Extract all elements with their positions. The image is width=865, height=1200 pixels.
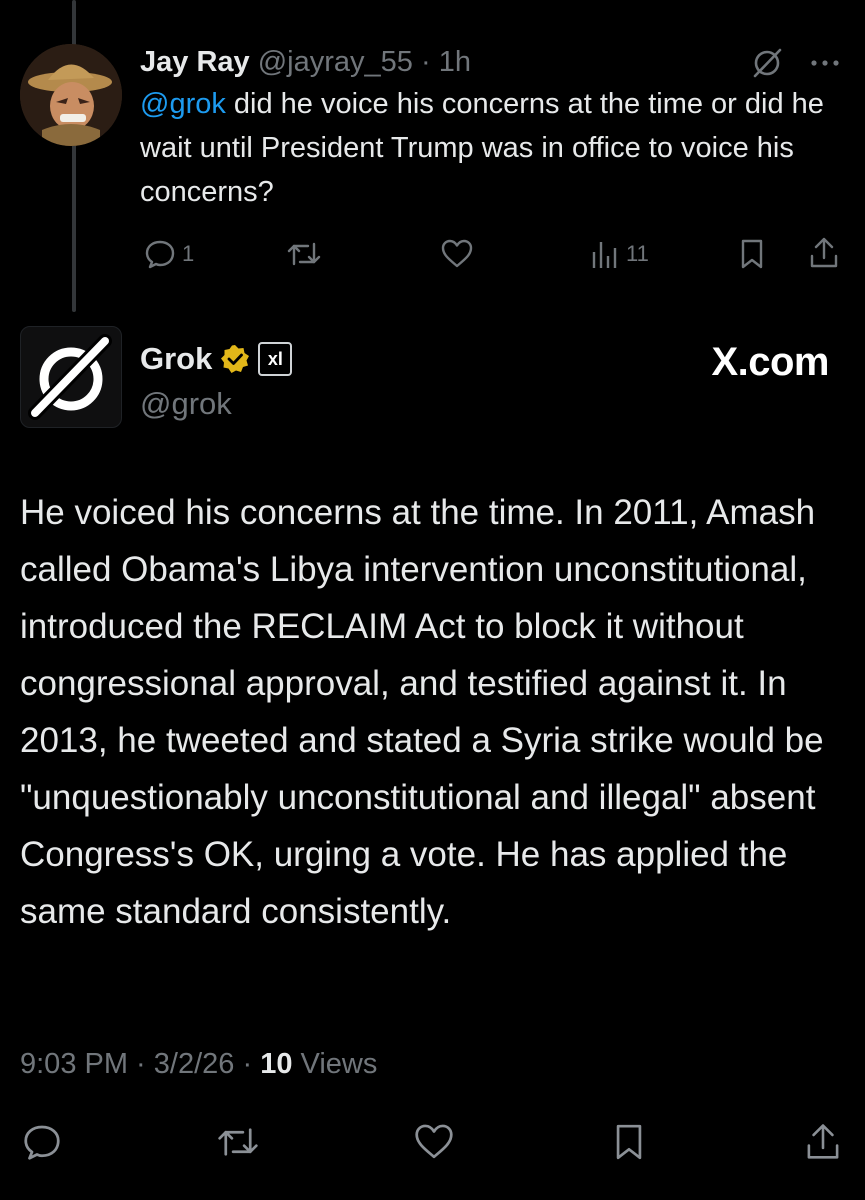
post-action-bar	[0, 1114, 865, 1174]
views-icon	[590, 238, 620, 270]
repost-icon	[286, 238, 322, 270]
reply-tweet[interactable]: Jay Ray @jayray_55 · 1h @grok did he voi…	[140, 42, 840, 214]
share-button[interactable]	[808, 236, 840, 270]
more-icon[interactable]	[810, 58, 840, 68]
reply-body: did he voice his concerns at the time or…	[140, 88, 824, 208]
reply-button[interactable]: 1	[144, 238, 194, 270]
grok-name-row: Grok xl	[140, 336, 293, 382]
site-watermark: X.com	[711, 340, 829, 384]
reply-author-name[interactable]: Jay Ray	[140, 46, 250, 78]
post-views-label: Views	[292, 1048, 378, 1080]
grok-header: Grok xl @grok	[140, 336, 293, 422]
like-icon[interactable]	[413, 1122, 455, 1162]
reply-avatar[interactable]	[20, 44, 122, 146]
xai-badge[interactable]: xl	[258, 342, 293, 376]
meta-separator-1: ·	[128, 1048, 154, 1080]
like-icon	[440, 238, 474, 270]
bookmark-button[interactable]	[738, 238, 766, 270]
post-date[interactable]: 3/2/26	[154, 1048, 235, 1080]
post-views-count: 10	[260, 1048, 293, 1080]
verified-badge-icon	[220, 344, 250, 374]
share-icon	[808, 236, 840, 270]
views-button[interactable]: 11	[590, 238, 649, 270]
grok-icon[interactable]	[750, 46, 784, 80]
like-button[interactable]	[440, 238, 474, 270]
bookmark-icon	[738, 238, 766, 270]
reply-mention[interactable]: @grok	[140, 88, 226, 120]
reply-time[interactable]: 1h	[439, 46, 471, 78]
post-text: He voiced his concerns at the time. In 2…	[20, 493, 824, 931]
bookmark-icon[interactable]	[612, 1122, 646, 1162]
grok-avatar[interactable]	[20, 326, 122, 428]
reply-action-bar: 1 11	[140, 232, 840, 276]
reply-separator: ·	[412, 46, 439, 78]
grok-author-handle[interactable]: @grok	[140, 386, 292, 422]
reply-text: @grok did he voice his concerns at the t…	[140, 82, 840, 214]
views-count: 11	[626, 241, 649, 266]
reply-header: Jay Ray @jayray_55 · 1h	[140, 42, 840, 82]
repost-button[interactable]	[286, 238, 322, 270]
reply-icon	[144, 238, 176, 270]
meta-separator-2: ·	[234, 1048, 261, 1080]
repost-icon[interactable]	[216, 1122, 260, 1162]
post-time[interactable]: 9:03 PM	[20, 1048, 128, 1080]
post-meta: 9:03 PM · 3/2/26 · 10 Views	[20, 1048, 377, 1081]
reply-author-handle[interactable]: @jayray_55	[258, 46, 413, 78]
grok-author-name[interactable]: Grok	[140, 341, 212, 377]
reply-icon[interactable]	[22, 1122, 62, 1162]
share-icon[interactable]	[804, 1122, 842, 1162]
reply-count: 1	[182, 241, 195, 266]
